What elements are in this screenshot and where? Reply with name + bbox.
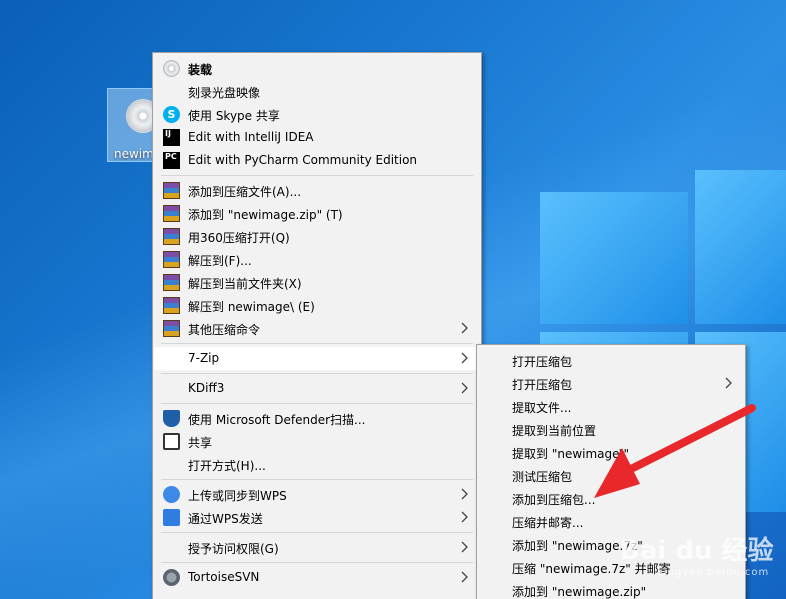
desktop-file-label: newim <box>114 147 154 161</box>
menu-item-label: 打开方式(H)... <box>188 459 266 473</box>
winrar-icon <box>163 320 180 337</box>
intellij-icon: IJ <box>163 129 180 146</box>
menu-item-open-with-360[interactable]: 用360压缩打开(Q) <box>154 225 480 248</box>
context-menu: 装载 刻录光盘映像 S 使用 Skype 共享 IJ Edit with Int… <box>152 52 482 599</box>
menu-item-kdiff3[interactable]: KDiff3 <box>154 377 480 400</box>
submenu-item-test-archive[interactable]: 测试压缩包 <box>478 464 744 487</box>
menu-item-open-with[interactable]: 打开方式(H)... <box>154 453 480 476</box>
watermark-text: Bai du 经验 <box>620 536 774 566</box>
menu-item-extract-here[interactable]: 解压到当前文件夹(X) <box>154 271 480 294</box>
submenu-item-add-to-archive[interactable]: 添加到压缩包... <box>478 487 744 510</box>
winrar-icon <box>163 251 180 268</box>
submenu-item-extract-to-folder[interactable]: 提取到 "newimage\" <box>478 441 744 464</box>
menu-item-label: 通过WPS发送 <box>188 512 263 526</box>
menu-item-label: 使用 Microsoft Defender扫描... <box>188 413 366 427</box>
menu-item-label: 上传或同步到WPS <box>188 489 287 503</box>
menu-item-label: 提取到 "newimage\" <box>512 447 630 461</box>
menu-item-share-skype[interactable]: S 使用 Skype 共享 <box>154 103 480 126</box>
chevron-right-icon <box>461 571 468 583</box>
menu-separator <box>161 373 473 374</box>
submenu-item-add-to-zip[interactable]: 添加到 "newimage.zip" <box>478 579 744 599</box>
menu-item-label: 7-Zip <box>188 351 220 365</box>
tortoisesvn-icon <box>163 569 180 586</box>
submenu-item-extract-files[interactable]: 提取文件... <box>478 395 744 418</box>
menu-item-label: 其他压缩命令 <box>188 323 261 337</box>
menu-item-add-to-zip[interactable]: 添加到 "newimage.zip" (T) <box>154 202 480 225</box>
winrar-icon <box>163 205 180 222</box>
menu-item-burn-disc-image[interactable]: 刻录光盘映像 <box>154 80 480 103</box>
menu-item-label: TortoiseSVN <box>188 570 260 584</box>
chevron-right-icon <box>461 541 468 553</box>
menu-item-label: 添加到 "newimage.zip" (T) <box>188 208 343 222</box>
menu-item-edit-pycharm[interactable]: PC Edit with PyCharm Community Edition <box>154 149 480 172</box>
menu-item-label: 打开压缩包 <box>512 378 573 392</box>
menu-separator <box>161 403 473 404</box>
chevron-right-icon <box>461 382 468 394</box>
chevron-right-icon <box>725 377 732 389</box>
menu-item-label: 解压到当前文件夹(X) <box>188 277 302 291</box>
submenu-item-extract-here[interactable]: 提取到当前位置 <box>478 418 744 441</box>
chevron-right-icon <box>461 322 468 334</box>
menu-item-label: KDiff3 <box>188 381 225 395</box>
menu-item-defender-scan[interactable]: 使用 Microsoft Defender扫描... <box>154 407 480 430</box>
menu-item-label: 授予访问权限(G) <box>188 542 279 556</box>
menu-item-label: Edit with PyCharm Community Edition <box>188 153 418 167</box>
baidu-jingyan-watermark: Bai du 经验 jingyan.baidu.com <box>620 530 774 578</box>
menu-item-label: 打开压缩包 <box>512 355 573 369</box>
submenu-item-open-archive[interactable]: 打开压缩包 <box>478 349 744 372</box>
menu-item-extract-to-folder[interactable]: 解压到 newimage\ (E) <box>154 294 480 317</box>
menu-item-label: 测试压缩包 <box>512 470 573 484</box>
menu-item-label: 解压到 newimage\ (E) <box>188 300 315 314</box>
menu-item-wps-upload[interactable]: 上传或同步到WPS <box>154 483 480 506</box>
menu-item-7zip[interactable]: 7-Zip <box>154 347 480 370</box>
menu-item-label: 解压到(F)... <box>188 254 252 268</box>
defender-shield-icon <box>163 410 180 427</box>
menu-item-label: 添加到 "newimage.zip" <box>512 585 647 599</box>
menu-item-share[interactable]: 共享 <box>154 430 480 453</box>
pycharm-icon: PC <box>163 152 180 169</box>
menu-item-label: 提取到当前位置 <box>512 424 597 438</box>
menu-separator <box>161 532 473 533</box>
menu-item-label: 用360压缩打开(Q) <box>188 231 290 245</box>
chevron-right-icon <box>461 488 468 500</box>
menu-item-edit-intellij[interactable]: IJ Edit with IntelliJ IDEA <box>154 126 480 149</box>
menu-item-label: 压缩并邮寄... <box>512 516 584 530</box>
menu-item-label: 添加到压缩包... <box>512 493 596 507</box>
menu-item-label: 添加到压缩文件(A)... <box>188 185 302 199</box>
menu-item-mount[interactable]: 装载 <box>154 57 480 80</box>
menu-item-tortoisesvn[interactable]: TortoiseSVN <box>154 566 480 589</box>
wps-send-icon <box>163 509 180 526</box>
winrar-icon <box>163 228 180 245</box>
winrar-icon <box>163 274 180 291</box>
menu-item-label: 共享 <box>188 436 213 450</box>
menu-separator <box>161 479 473 480</box>
menu-item-add-to-archive[interactable]: 添加到压缩文件(A)... <box>154 179 480 202</box>
menu-item-label: 使用 Skype 共享 <box>188 109 280 123</box>
menu-item-other-compress[interactable]: 其他压缩命令 <box>154 317 480 340</box>
share-icon <box>163 433 180 450</box>
menu-item-wps-send[interactable]: 通过WPS发送 <box>154 506 480 529</box>
menu-item-label: 刻录光盘映像 <box>188 86 261 100</box>
wps-cloud-icon <box>163 486 180 503</box>
menu-item-label: Edit with IntelliJ IDEA <box>188 130 314 144</box>
watermark-subtext: jingyan.baidu.com <box>660 567 770 578</box>
submenu-item-open-archive-more[interactable]: 打开压缩包 <box>478 372 744 395</box>
winrar-icon <box>163 297 180 314</box>
menu-item-label: 装载 <box>188 63 213 77</box>
menu-item-label: 提取文件... <box>512 401 572 415</box>
menu-separator <box>161 562 473 563</box>
chevron-right-icon <box>461 352 468 364</box>
skype-icon: S <box>163 106 180 123</box>
menu-separator <box>161 343 473 344</box>
winrar-icon <box>163 182 180 199</box>
menu-item-extract-to[interactable]: 解压到(F)... <box>154 248 480 271</box>
disc-icon <box>163 60 180 77</box>
menu-item-grant-access[interactable]: 授予访问权限(G) <box>154 536 480 559</box>
menu-separator <box>161 175 473 176</box>
chevron-right-icon <box>461 511 468 523</box>
